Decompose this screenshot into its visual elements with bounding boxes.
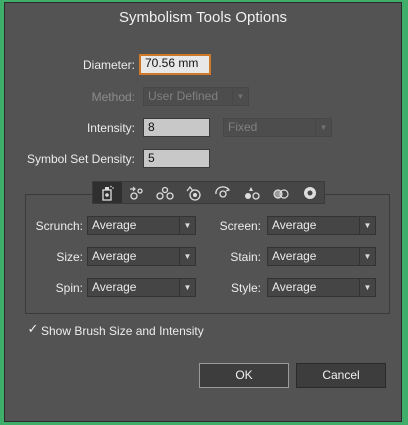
chevron-down-icon: ▼ [359,248,375,265]
method-dropdown[interactable]: User Defined ▼ [143,87,249,106]
method-label: Method: [91,90,135,104]
dialog-body: Diameter: 70.56 mm Method: User Defined … [5,32,401,421]
spin-label: Spin: [55,281,83,295]
chevron-down-icon: ▼ [179,217,195,234]
chevron-down-icon: ▼ [359,217,375,234]
scrunch-dropdown[interactable]: Average ▼ [87,216,196,235]
diameter-input[interactable]: 70.56 mm [139,54,211,75]
symbolism-tool-strip [92,181,325,204]
stain-label: Stain: [230,250,261,264]
intensity-mode-value: Fixed [228,120,258,134]
chevron-down-icon: ▼ [359,279,375,296]
symbolism-tools-options-dialog: Symbolism Tools Options Diameter: 70.56 … [4,2,402,422]
size-label: Size: [56,250,83,264]
screen-dropdown[interactable]: Average ▼ [267,216,376,235]
show-brush-label: Show Brush Size and Intensity [41,324,204,338]
symbol-spinner-icon[interactable] [209,182,238,203]
show-brush-checkbox[interactable]: ✓ [26,322,40,337]
size-value: Average [92,249,137,263]
style-value: Average [272,280,317,294]
symbol-scruncher-icon[interactable] [151,182,180,203]
scrunch-value: Average [92,218,137,232]
chevron-down-icon: ▼ [179,279,195,296]
ok-button[interactable]: OK [199,363,289,388]
density-label: Symbol Set Density: [26,152,135,166]
intensity-input[interactable]: 8 [143,118,210,137]
symbol-styler-icon[interactable] [295,182,324,203]
symbol-screener-icon[interactable] [266,182,295,203]
diameter-label: Diameter: [82,58,135,72]
style-label: Style: [230,281,261,295]
scrunch-label: Scrunch: [35,219,83,233]
chevron-down-icon: ▼ [232,88,248,105]
symbol-sizer-icon[interactable] [180,182,209,203]
cancel-button[interactable]: Cancel [296,363,386,388]
screen-label: Screen: [219,219,261,233]
method-value: User Defined [148,89,219,103]
chevron-down-icon: ▼ [315,119,331,136]
spin-dropdown[interactable]: Average ▼ [87,278,196,297]
intensity-label: Intensity: [86,121,135,135]
chevron-down-icon: ▼ [179,248,195,265]
size-dropdown[interactable]: Average ▼ [87,247,196,266]
stain-value: Average [272,249,317,263]
stain-dropdown[interactable]: Average ▼ [267,247,376,266]
spin-value: Average [92,280,137,294]
screen-value: Average [272,218,317,232]
dialog-title: Symbolism Tools Options [5,3,401,32]
symbol-stainer-icon[interactable] [237,182,266,203]
symbol-shifter-icon[interactable] [122,182,151,203]
intensity-mode-dropdown[interactable]: Fixed ▼ [223,118,332,137]
density-input[interactable]: 5 [143,149,210,168]
symbol-sprayer-icon[interactable] [93,182,122,203]
style-dropdown[interactable]: Average ▼ [267,278,376,297]
